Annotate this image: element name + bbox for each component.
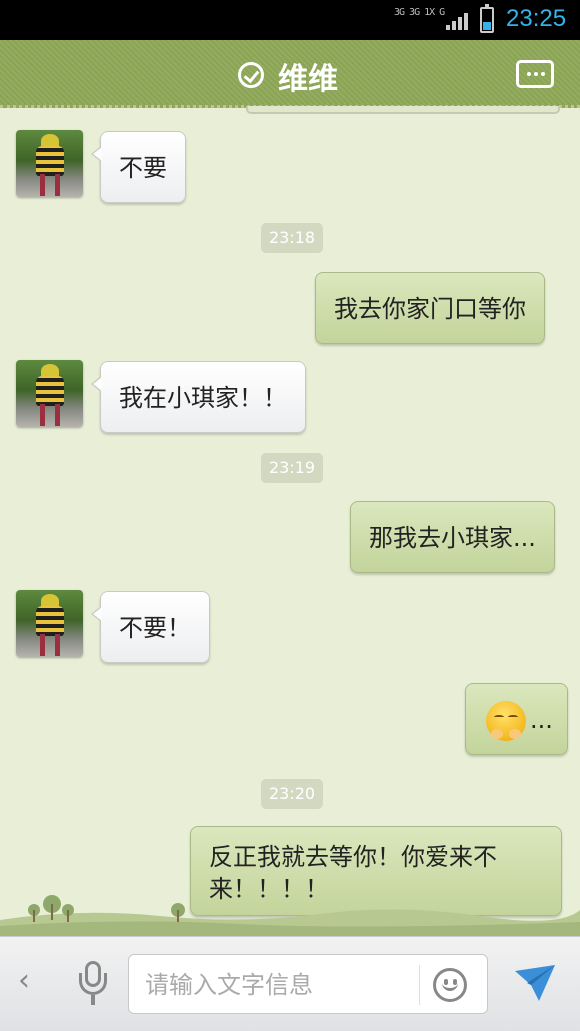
contact-avatar[interactable] bbox=[16, 590, 83, 657]
emoji-picker-icon[interactable] bbox=[433, 968, 467, 1002]
outgoing-message[interactable]: 那我去小琪家... bbox=[350, 501, 555, 573]
blushing-face-emoji-icon bbox=[486, 701, 526, 741]
contact-name[interactable]: 维维 bbox=[278, 54, 338, 98]
previous-bubble-edge bbox=[246, 106, 560, 114]
message-input[interactable] bbox=[145, 967, 415, 1003]
contact-avatar[interactable] bbox=[16, 360, 83, 427]
signal-icon bbox=[446, 12, 470, 30]
status-bar: 3G 3G 1X G 23:25 bbox=[0, 0, 580, 40]
more-options-icon[interactable] bbox=[516, 60, 554, 88]
message-timestamp: 23:20 bbox=[261, 779, 324, 809]
message-timestamp: 23:18 bbox=[261, 223, 324, 253]
input-bar: ‹ bbox=[0, 936, 580, 1031]
battery-icon bbox=[480, 4, 494, 33]
chevron-left-icon[interactable]: ‹ bbox=[18, 963, 30, 998]
landscape-decoration bbox=[0, 895, 580, 936]
chat-header: 维维 bbox=[0, 40, 580, 108]
online-check-icon bbox=[238, 62, 264, 88]
message-timestamp: 23:19 bbox=[261, 453, 324, 483]
incoming-message[interactable]: 我在小琪家！！ bbox=[91, 361, 306, 433]
message-input-box bbox=[128, 954, 488, 1014]
emoji-message-text: ... bbox=[530, 706, 553, 734]
contact-avatar[interactable] bbox=[16, 130, 83, 197]
status-clock: 23:25 bbox=[506, 5, 567, 32]
network-indicator: 3G 3G 1X G bbox=[394, 7, 445, 18]
input-divider bbox=[419, 965, 420, 1005]
outgoing-message[interactable]: 我去你家门口等你 bbox=[315, 272, 545, 344]
outgoing-emoji-message[interactable]: ... bbox=[465, 683, 568, 755]
microphone-icon[interactable] bbox=[78, 961, 108, 1007]
incoming-message[interactable]: 不要 bbox=[91, 131, 186, 203]
send-icon[interactable] bbox=[513, 963, 557, 1003]
incoming-message[interactable]: 不要！ bbox=[91, 591, 210, 663]
